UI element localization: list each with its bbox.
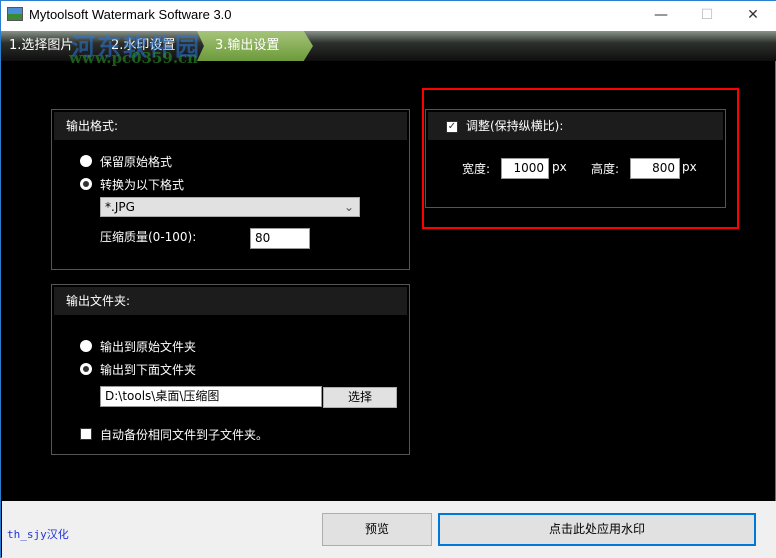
resize-panel: 调整(保持纵横比): ✓ 宽度: 1000 px 高度: 800 px [425,109,726,208]
width-unit: px [552,160,567,174]
chevron-down-icon: ⌄ [343,200,354,214]
backup-label: 自动备份相同文件到子文件夹。 [100,428,269,442]
translator-credit: th_sjy汉化 [7,528,69,541]
quality-input[interactable]: 80 [250,228,310,249]
width-label: 宽度: [462,162,491,176]
preview-button[interactable]: 预览 [322,513,432,546]
site-watermark-url: www.pc0359.cn [69,49,199,67]
browse-button[interactable]: 选择 [323,387,397,408]
keep-original-label: 保留原始格式 [100,155,173,169]
output-format-title: 输出格式: [54,112,407,140]
output-path-input[interactable]: D:\tools\桌面\压缩图 [100,386,322,407]
output-folder-panel: 输出文件夹: 输出到原始文件夹 输出到下面文件夹 D:\tools\桌面\压缩图… [51,284,410,455]
app-window: Mytoolsoft Watermark Software 3.0 — ☐ ✕ … [0,0,776,558]
tab-output-settings[interactable]: 3.输出设置 [197,31,313,61]
resize-title: 调整(保持纵横比): [428,112,723,140]
to-original-folder-radio[interactable] [80,340,92,352]
to-below-folder-label: 输出到下面文件夹 [100,363,197,377]
to-below-folder-radio[interactable] [80,363,92,375]
apply-watermark-button[interactable]: 点击此处应用水印 [438,513,756,546]
output-folder-title: 输出文件夹: [54,287,407,315]
maximize-button[interactable]: ☐ [684,1,730,31]
window-title: Mytoolsoft Watermark Software 3.0 [29,7,232,22]
height-input[interactable]: 800 [630,158,680,179]
convert-format-radio[interactable] [80,178,92,190]
app-icon [7,7,23,21]
backup-checkbox[interactable] [80,428,92,440]
keep-original-radio[interactable] [80,155,92,167]
height-unit: px [682,160,697,174]
output-format-panel: 输出格式: 保留原始格式 转换为以下格式 *.JPG ⌄ 压缩质量(0-100)… [51,109,410,270]
resize-checkbox[interactable]: ✓ [446,121,458,133]
footer-bar: th_sjy汉化 预览 点击此处应用水印 [2,501,776,558]
convert-format-label: 转换为以下格式 [100,178,185,192]
format-select[interactable]: *.JPG ⌄ [100,197,360,217]
width-input[interactable]: 1000 [501,158,549,179]
close-button[interactable]: ✕ [730,1,776,31]
height-label: 高度: [591,162,620,176]
minimize-button[interactable]: — [638,1,684,31]
format-select-value: *.JPG [105,200,135,214]
quality-label: 压缩质量(0-100): [100,230,197,244]
to-original-folder-label: 输出到原始文件夹 [100,340,197,354]
